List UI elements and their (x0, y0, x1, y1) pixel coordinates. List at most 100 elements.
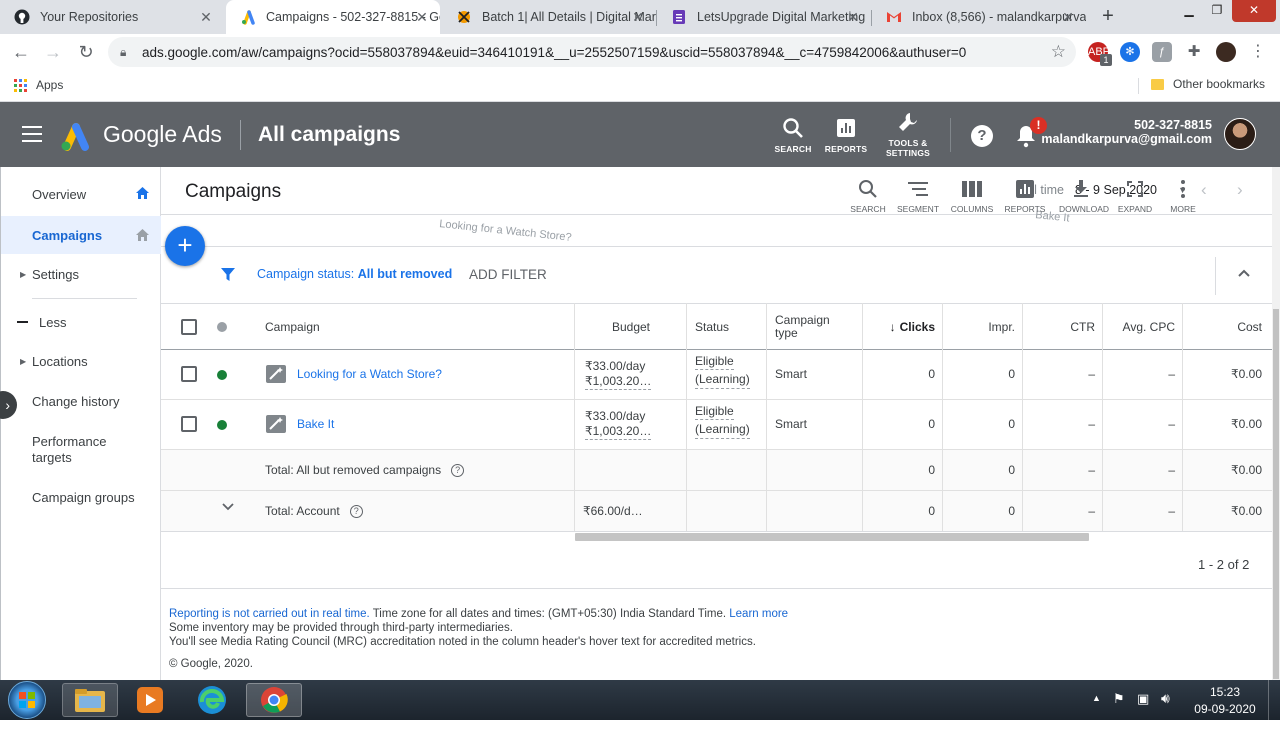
add-filter-button[interactable]: ADD FILTER (469, 267, 547, 282)
help-icon[interactable]: ? (971, 125, 993, 147)
extension-badge: 1 (1100, 54, 1112, 66)
tab-batch-details[interactable]: Batch 1| All Details | Digital Marketing… (442, 0, 656, 34)
row-checkbox[interactable] (181, 416, 197, 432)
collapse-toolbar-icon[interactable] (1238, 264, 1250, 282)
campaign-name-link[interactable]: Bake It (297, 417, 334, 431)
clock-date[interactable]: 09-09-2020 (1190, 702, 1260, 716)
account-avatar[interactable] (1224, 118, 1256, 150)
budget-cell[interactable]: ₹33.00/day ₹1,003.20… (585, 359, 652, 390)
learn-more-link[interactable]: Learn more (729, 608, 788, 620)
tab-gmail-inbox[interactable]: Inbox (8,566) - malandkarpurva@gmail.com… (872, 0, 1086, 34)
close-tab-icon[interactable]: ✕ (414, 9, 430, 25)
more-button[interactable]: MORE (1161, 177, 1205, 214)
column-header-campaign-type[interactable]: Campaign type (775, 304, 830, 350)
chrome-browser-icon[interactable] (246, 683, 302, 717)
close-tab-icon[interactable]: ✕ (845, 9, 861, 25)
back-icon[interactable]: ← (9, 40, 33, 64)
enabled-status-dot[interactable] (217, 370, 227, 380)
column-header-cost[interactable]: Cost (1183, 304, 1262, 350)
sidebar-item-campaign-groups[interactable]: Campaign groups (1, 484, 161, 510)
column-header-budget[interactable]: Budget (575, 304, 687, 350)
tool-label: DOWNLOAD (1059, 204, 1110, 214)
extension-icon-grey[interactable]: ƒ (1152, 42, 1172, 62)
reload-icon[interactable]: ↻ (74, 40, 98, 64)
campaign-status-filter[interactable]: Campaign status: All but removed (257, 267, 452, 281)
tab-your-repositories[interactable]: Your Repositories ✕ (0, 0, 224, 34)
address-bar[interactable]: 🔒︎ ads.google.com/aw/campaigns?ocid=5580… (108, 37, 1076, 67)
minimize-window-button[interactable]: ▁ (1176, 0, 1202, 22)
expand-button[interactable]: EXPAND (1113, 177, 1157, 214)
show-desktop-button[interactable] (1268, 680, 1280, 720)
header-reports-button[interactable]: REPORTS (824, 116, 868, 154)
column-header-campaign[interactable]: Campaign (265, 304, 320, 350)
lock-icon: 🔒︎ (120, 44, 127, 59)
campaign-name-link[interactable]: Looking for a Watch Store? (297, 367, 442, 381)
sidebar-item-campaigns[interactable]: Campaigns (1, 216, 161, 254)
tab-google-ads-campaigns[interactable]: Campaigns - 502-327-8815 - Google Ads ✕ (226, 0, 440, 34)
action-center-flag-icon[interactable]: ⚑ (1113, 691, 1125, 707)
help-circle-icon[interactable]: ? (451, 463, 465, 477)
column-header-status[interactable]: Status (695, 304, 729, 350)
hamburger-menu-icon[interactable] (22, 126, 42, 142)
download-button[interactable]: DOWNLOAD (1059, 177, 1110, 214)
row-checkbox[interactable] (181, 366, 197, 382)
sidebar-item-change-history[interactable]: Change history (1, 388, 161, 414)
status-cell[interactable]: Eligible (Learning) (695, 403, 750, 439)
edge-browser-icon[interactable] (184, 683, 240, 717)
media-player-icon[interactable] (122, 683, 178, 717)
network-icon[interactable]: ▣ (1137, 691, 1149, 707)
restore-window-button[interactable]: ❐ (1204, 0, 1230, 22)
extension-icon-blue[interactable]: ✻ (1120, 42, 1140, 62)
table-search-button[interactable]: SEARCH (846, 177, 890, 214)
column-header-impressions[interactable]: Impr. (943, 304, 1015, 350)
header-tools-button[interactable]: TOOLS & SETTINGS (884, 110, 932, 158)
enabled-status-dot[interactable] (217, 420, 227, 430)
chrome-menu-icon[interactable]: ⋮ (1248, 42, 1268, 62)
sidebar-item-settings[interactable]: ▶ Settings (1, 261, 161, 287)
status-cell[interactable]: Eligible (Learning) (695, 353, 750, 389)
smart-campaign-icon (266, 415, 286, 433)
bookmark-star-icon[interactable]: ☆ (1051, 42, 1066, 62)
account-id: 502-327-8815 (1134, 118, 1212, 132)
volume-icon[interactable]: 🔊︎ (1161, 690, 1170, 707)
horizontal-scrollbar[interactable] (575, 533, 1089, 541)
column-header-avg-cpc[interactable]: Avg. CPC (1103, 304, 1175, 350)
extensions-puzzle-icon[interactable]: ✚ (1184, 42, 1204, 62)
other-bookmarks[interactable]: Other bookmarks (1151, 77, 1265, 91)
campaign-type-cell: Smart (775, 417, 808, 431)
file-explorer-icon[interactable] (62, 683, 118, 717)
next-period-icon[interactable]: › (1237, 180, 1243, 200)
show-hidden-icons-icon[interactable]: ▲ (1092, 693, 1101, 703)
sidebar-item-label: Overview (32, 186, 87, 202)
sidebar-item-performance-targets[interactable]: Performance targets (1, 432, 161, 468)
forward-icon[interactable]: → (41, 40, 65, 64)
expand-totals-chevron-icon[interactable] (222, 503, 234, 511)
new-tab-button[interactable]: + (1095, 4, 1121, 30)
select-all-checkbox[interactable] (181, 304, 197, 350)
filter-funnel-icon[interactable] (220, 266, 236, 287)
sidebar-item-overview[interactable]: Overview (1, 181, 161, 207)
header-search-button[interactable]: SEARCH (772, 116, 814, 154)
help-circle-icon[interactable]: ? (349, 504, 363, 518)
tab-letsupgrade-form[interactable]: LetsUpgrade Digital Marketing ✕ (657, 0, 871, 34)
home-icon (135, 228, 150, 245)
apps-bookmark[interactable]: Apps (14, 78, 63, 92)
columns-button[interactable]: COLUMNS (950, 177, 994, 214)
table-reports-button[interactable]: REPORTS (1003, 177, 1047, 214)
clock-time[interactable]: 15:23 (1196, 685, 1254, 699)
close-window-button[interactable]: ✕ (1232, 0, 1276, 22)
sidebar-item-locations[interactable]: ▶ Locations (1, 348, 161, 374)
close-tab-icon[interactable]: ✕ (198, 9, 214, 25)
close-tab-icon[interactable]: ✕ (1060, 9, 1076, 25)
close-tab-icon[interactable]: ✕ (630, 9, 646, 25)
page-scrollbar[interactable] (1272, 167, 1280, 680)
reporting-link[interactable]: Reporting is not carried out in real tim… (169, 608, 370, 620)
sidebar-item-less[interactable]: Less (1, 309, 161, 335)
profile-avatar-icon[interactable] (1216, 42, 1236, 62)
start-button-icon[interactable] (8, 681, 46, 719)
create-campaign-fab[interactable]: + (165, 226, 205, 266)
column-header-ctr[interactable]: CTR (1023, 304, 1095, 350)
budget-cell[interactable]: ₹33.00/day ₹1,003.20… (585, 409, 652, 440)
segment-button[interactable]: SEGMENT (896, 177, 940, 214)
column-header-clicks[interactable]: ↓ Clicks (863, 304, 935, 350)
